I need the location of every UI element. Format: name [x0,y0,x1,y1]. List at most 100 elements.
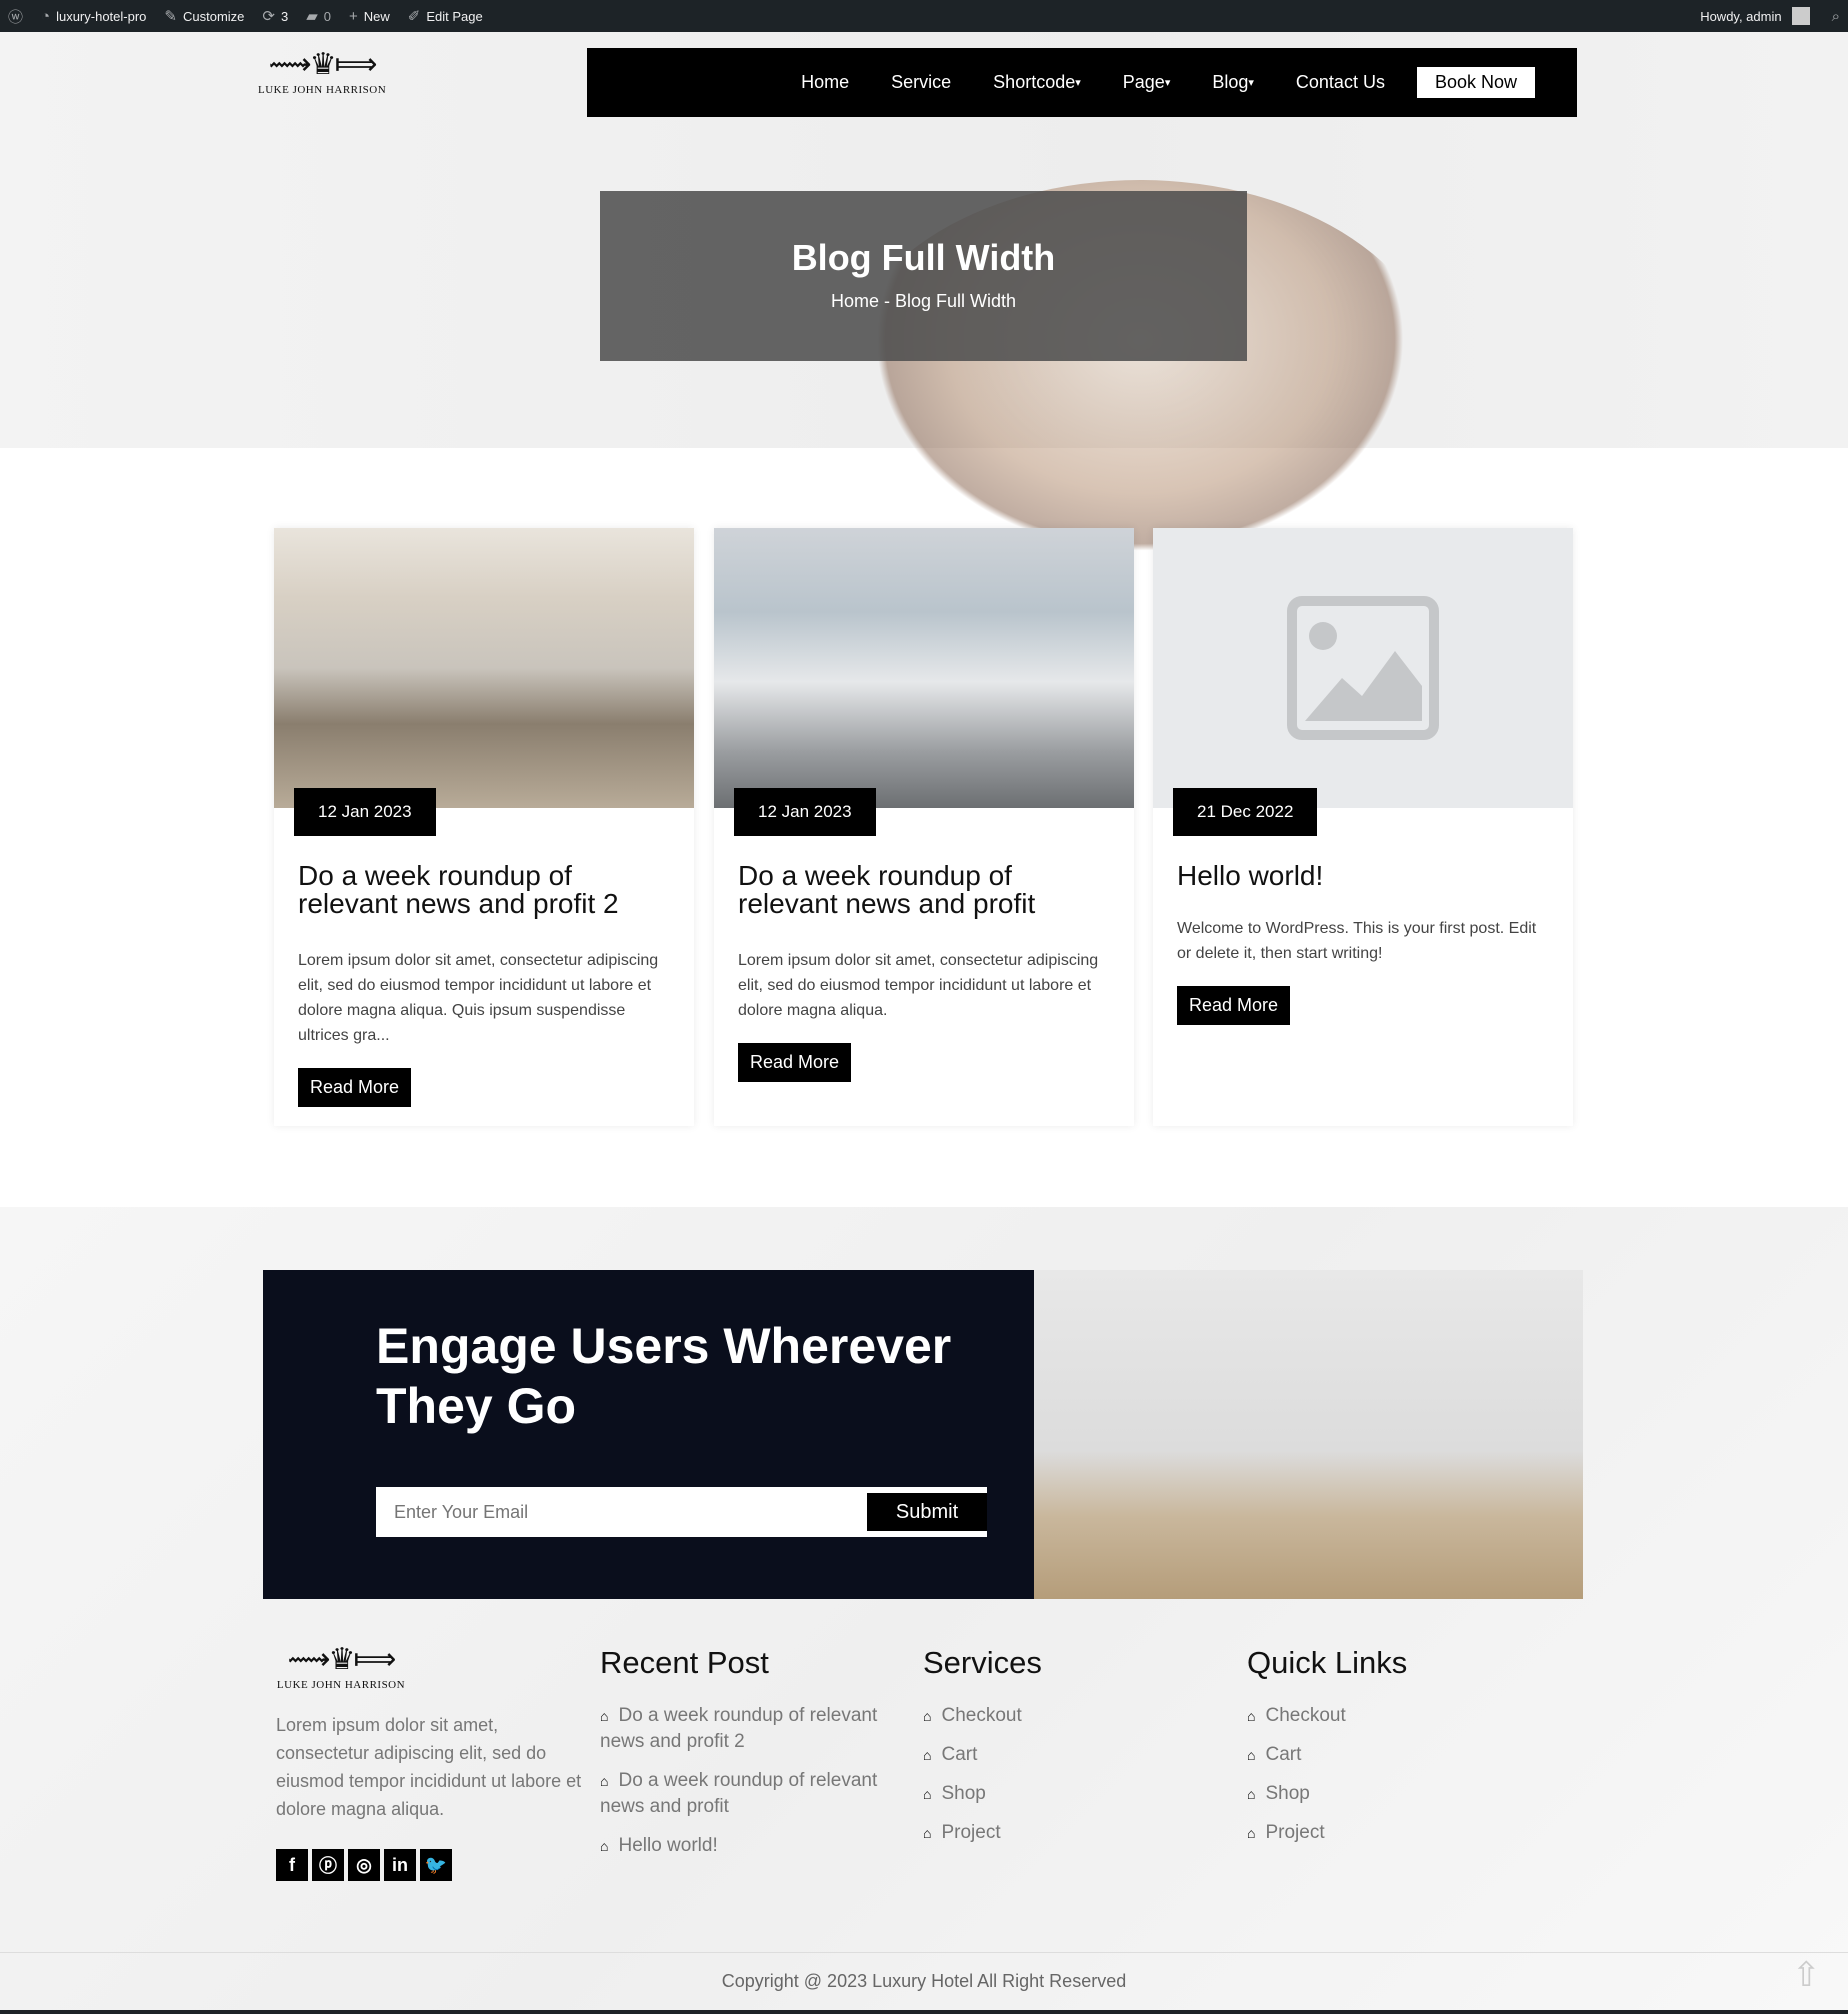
post-card: 12 Jan 2023 Do a week roundup of relevan… [714,528,1134,1126]
breadcrumb-home[interactable]: Home [831,291,879,311]
customize-label: Customize [182,8,245,24]
service-link[interactable]: ⌂ Checkout [923,1703,1223,1729]
nav-service[interactable]: Service [891,72,951,93]
home-icon: ⌂ [600,1773,609,1789]
newsletter-form: Submit [376,1487,987,1537]
footer-quick-links: Quick Links ⌂ Checkout ⌂ Cart ⌂ Shop ⌂ Proje… [1247,1645,1547,1859]
instagram-icon[interactable]: ◎ [348,1849,380,1881]
service-link[interactable]: ⌂ Shop [923,1781,1223,1807]
main-nav: Home Service Shortcode ▾ Page ▾ Blog ▾ Cont… [587,48,1577,117]
read-more-button[interactable]: Read More [738,1043,852,1082]
twitter-icon[interactable]: 🐦 [420,1849,452,1881]
post-excerpt: Welcome to WordPress. This is your first… [1177,920,1537,962]
post-card: 21 Dec 2022 Hello world! Welcome to Word… [1153,528,1573,1126]
logo-text: LUKE JOHN HARRISON [276,1679,406,1691]
scroll-top-icon[interactable]: ⇧ [1792,1955,1821,1995]
search-icon[interactable]: ⌕ [1832,8,1840,25]
comment-icon: ▰ [306,8,318,25]
footer-about: ⟿♛⟾ LUKE JOHN HARRISON Lorem ipsum dolor… [276,1645,581,1881]
recent-post-link[interactable]: ⌂ Do a week roundup of relevant news and … [600,1768,900,1820]
chevron-down-icon: ▾ [1075,77,1081,89]
home-icon: ⌂ [923,1786,932,1802]
home-icon: ⌂ [1247,1825,1256,1841]
breadcrumb: Home - Blog Full Width [600,291,1247,312]
new-label: New [363,8,390,24]
post-title[interactable]: Do a week roundup of relevant news and p… [298,862,670,918]
plus-icon: + [349,7,358,25]
brush-icon: ✎ [164,8,177,25]
link-label: Shop [1265,1783,1310,1804]
quick-link[interactable]: ⌂ Cart [1247,1742,1547,1768]
newsletter-image [1034,1270,1583,1599]
placeholder-image-icon[interactable] [1153,528,1573,808]
footer-heading: Recent Post [600,1645,769,1680]
newsletter-box: Engage Users Wherever They Go Submit [263,1270,1034,1599]
post-excerpt: Lorem ipsum dolor sit amet, consectetur … [298,952,659,1044]
footer-services: Services ⌂ Checkout ⌂ Cart ⌂ Shop ⌂ Project [923,1645,1223,1859]
home-icon: ⌂ [600,1708,609,1724]
read-more-button[interactable]: Read More [1177,986,1291,1025]
link-label: Project [941,1822,1001,1843]
bottom-bar [0,2010,1848,2014]
admin-updates-link[interactable]: ⟳ 3 [262,7,288,25]
footer-recent-posts: Recent Post ⌂ Do a week roundup of releva… [600,1645,900,1872]
home-icon: ⌂ [923,1708,932,1724]
nav-shortcode[interactable]: Shortcode ▾ [993,72,1081,93]
nav-blog[interactable]: Blog ▾ [1212,72,1254,93]
post-date: 12 Jan 2023 [294,788,436,836]
nav-label: Shortcode [993,72,1076,92]
nav-home[interactable]: Home [801,72,849,93]
howdy-user[interactable]: Howdy, admin [1700,9,1781,24]
footer-logo[interactable]: ⟿♛⟾ LUKE JOHN HARRISON [276,1645,406,1692]
site-name: luxury-hotel-pro [56,8,147,24]
logo-text: LUKE JOHN HARRISON [258,84,387,96]
nav-label: Blog [1212,72,1249,92]
admin-edit-link[interactable]: ✐ Edit Page [408,7,483,25]
footer-about-text: Lorem ipsum dolor sit amet, consectetur … [276,1715,582,1819]
link-label: Do a week roundup of relevant news and p… [600,1705,878,1752]
social-links: f ⓟ ◎ in 🐦 [276,1849,576,1881]
admin-site-link[interactable]: ◔ luxury-hotel-pro [41,8,146,25]
nav-page[interactable]: Page ▾ [1123,72,1171,93]
link-label: Do a week roundup of relevant news and p… [600,1770,878,1817]
home-icon: ⌂ [923,1747,932,1763]
quick-link[interactable]: ⌂ Project [1247,1820,1547,1846]
email-input[interactable] [376,1487,867,1537]
recent-post-link[interactable]: ⌂ Do a week roundup of relevant news and … [600,1703,900,1755]
link-label: Checkout [941,1705,1022,1726]
service-link[interactable]: ⌂ Project [923,1820,1223,1846]
facebook-icon[interactable]: f [276,1849,308,1881]
avatar[interactable] [1791,7,1810,25]
admin-customize-link[interactable]: ✎ Customize [164,7,244,25]
pinterest-icon[interactable]: ⓟ [312,1849,344,1881]
wordpress-logo-icon[interactable]: ⓦ [8,6,23,27]
edit-label: Edit Page [426,8,483,24]
breadcrumb-separator: - [883,291,890,311]
link-label: Shop [941,1783,986,1804]
recent-post-link[interactable]: ⌂ Hello world! [600,1833,900,1859]
image-icon [1287,596,1439,740]
book-now-button[interactable]: Book Now [1416,67,1535,98]
post-image[interactable] [714,528,1134,808]
submit-button[interactable]: Submit [867,1493,987,1531]
post-title[interactable]: Hello world! [1177,862,1549,890]
footer-heading: Services [923,1645,1042,1680]
updates-count: 3 [280,8,289,24]
link-label: Cart [1265,1744,1302,1765]
post-image[interactable] [274,528,694,808]
admin-bar: ⓦ ◔ luxury-hotel-pro ✎ Customize ⟳ 3 ▰ 0 + Ne… [0,0,1848,32]
site-logo[interactable]: ⟿♛⟾ LUKE JOHN HARRISON [258,50,387,97]
nav-contact[interactable]: Contact Us [1296,72,1385,93]
service-link[interactable]: ⌂ Cart [923,1742,1223,1768]
linkedin-icon[interactable]: in [384,1849,416,1881]
post-title[interactable]: Do a week roundup of relevant news and p… [738,862,1110,918]
read-more-button[interactable]: Read More [298,1068,412,1107]
quick-link[interactable]: ⌂ Shop [1247,1781,1547,1807]
admin-new-link[interactable]: + New [349,8,390,25]
post-date: 12 Jan 2023 [734,788,876,836]
quick-link[interactable]: ⌂ Checkout [1247,1703,1547,1729]
home-icon: ⌂ [1247,1786,1256,1802]
newsletter-title: Engage Users Wherever They Go [376,1318,952,1434]
link-label: Cart [941,1744,978,1765]
admin-comments-link[interactable]: ▰ 0 [306,7,331,25]
